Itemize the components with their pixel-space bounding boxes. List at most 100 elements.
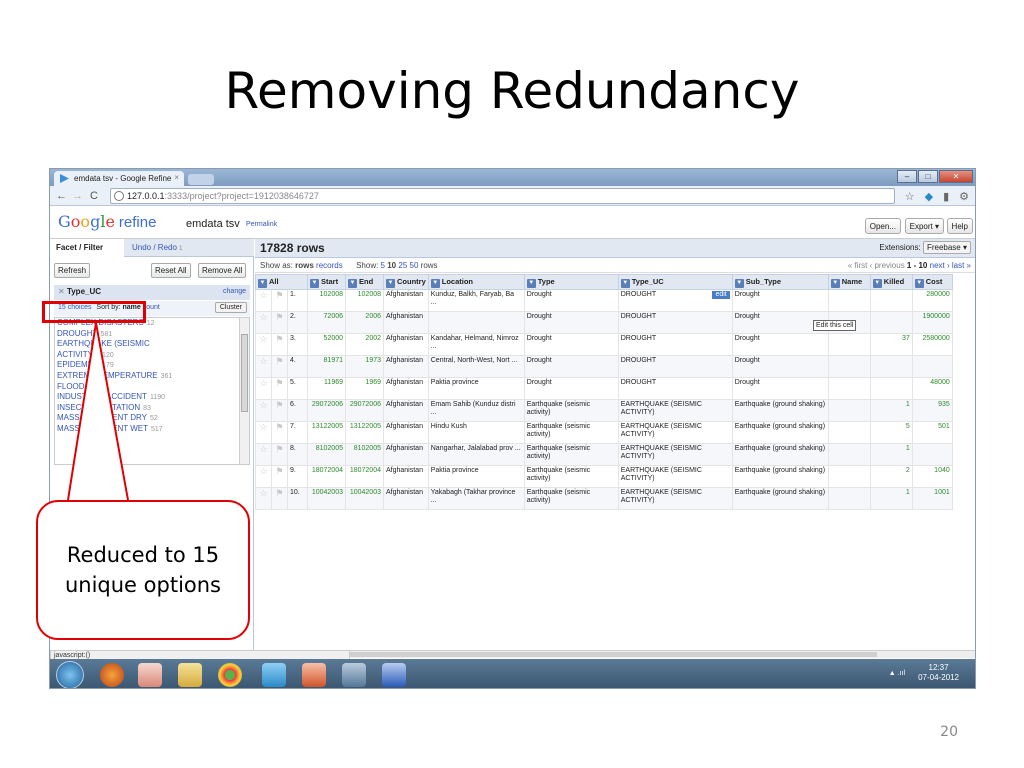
facet-scrollbar[interactable] — [239, 318, 249, 464]
facet-choice[interactable]: INSECT INFESTATION 83 — [55, 403, 249, 414]
table-cell[interactable]: Drought — [523, 311, 619, 334]
firefox-icon[interactable] — [100, 663, 124, 687]
table-cell[interactable] — [869, 377, 913, 400]
table-cell[interactable]: Earthquake (ground shaking) — [731, 421, 829, 444]
tab-facet-filter[interactable]: Facet / Filter — [50, 239, 124, 257]
table-cell[interactable] — [427, 311, 525, 334]
table-cell[interactable]: 1001 — [911, 487, 953, 510]
table-cell[interactable]: 501 — [911, 421, 953, 444]
table-cell[interactable]: Central, North-West, Nort ... — [427, 355, 525, 378]
wrench-icon[interactable]: ⚙ — [959, 190, 969, 203]
folder-icon[interactable] — [178, 663, 202, 687]
table-cell[interactable]: 935 — [911, 399, 953, 422]
remove-facet-icon[interactable]: ✕ — [58, 287, 65, 296]
star-icon[interactable]: ☆ — [255, 465, 272, 488]
table-cell[interactable]: 1973 — [345, 355, 384, 378]
cluster-button[interactable]: Cluster — [214, 302, 247, 313]
table-cell[interactable]: Earthquake (seismic activity) — [523, 399, 619, 422]
table-cell[interactable]: 29072006 — [307, 399, 346, 422]
column-header[interactable]: ▼ Type — [523, 274, 619, 290]
table-cell[interactable]: 72006 — [307, 311, 346, 334]
pager-next[interactable]: next › — [930, 261, 950, 270]
table-cell[interactable]: EARTHQUAKE (SEISMIC ACTIVITY) — [617, 487, 733, 510]
table-cell[interactable]: 280000 — [911, 289, 953, 312]
start-button[interactable] — [56, 661, 84, 688]
table-cell[interactable] — [827, 443, 871, 466]
table-cell[interactable] — [827, 289, 871, 312]
table-cell[interactable]: Kunduz, Balkh, Faryab, Ba ... — [427, 289, 525, 312]
flag-icon[interactable]: ⚑ — [271, 333, 288, 356]
table-cell[interactable]: 37 — [869, 333, 913, 356]
remove-all-button[interactable]: Remove All — [198, 263, 247, 278]
table-cell[interactable]: 5 — [869, 421, 913, 444]
column-header[interactable]: ▼ Cost — [911, 274, 953, 290]
powerpoint-icon[interactable] — [302, 663, 326, 687]
table-cell[interactable]: Paktia province — [427, 377, 525, 400]
column-menu-icon[interactable]: ▼ — [914, 278, 924, 288]
column-header[interactable]: ▼ All — [255, 274, 308, 290]
extension-icon[interactable]: ◆ — [925, 190, 933, 203]
facet-choice[interactable]: MASS MOVEMENT WET 517 — [55, 424, 249, 435]
column-menu-icon[interactable]: ▼ — [620, 278, 630, 288]
refresh-button[interactable]: Refresh — [54, 263, 91, 278]
facet-choice[interactable]: INDUSTRIAL ACCIDENT 1190 — [55, 392, 249, 403]
table-cell[interactable]: Hindu Kush — [427, 421, 525, 444]
table-cell[interactable]: 13122005 — [345, 421, 384, 444]
table-cell[interactable]: Afghanistan — [383, 289, 429, 312]
facet-change-link[interactable]: change — [223, 288, 246, 295]
table-cell[interactable]: 1 — [869, 487, 913, 510]
table-cell[interactable]: EARTHQUAKE (SEISMIC ACTIVITY) — [617, 421, 733, 444]
view-records[interactable]: records — [316, 261, 343, 270]
facet-choice[interactable]: EPIDEMIC 1179 — [55, 360, 249, 371]
table-cell[interactable]: EARTHQUAKE (SEISMIC ACTIVITY) — [617, 465, 733, 488]
facet-choice[interactable]: FLOOD 3512 — [55, 382, 249, 393]
star-icon[interactable]: ☆ — [255, 333, 272, 356]
table-cell[interactable] — [827, 355, 871, 378]
help-button[interactable]: Help — [946, 218, 973, 234]
table-cell[interactable]: 81971 — [307, 355, 346, 378]
table-cell[interactable] — [869, 311, 913, 334]
table-cell[interactable]: Afghanistan — [383, 355, 429, 378]
facet-choice[interactable]: ACTIVITY) 1120 — [55, 350, 249, 361]
reset-all-button[interactable]: Reset All — [151, 263, 191, 278]
maximize-button[interactable]: □ — [918, 170, 938, 183]
export-button[interactable]: Export ▾ — [904, 218, 944, 234]
table-cell[interactable]: 1969 — [345, 377, 384, 400]
table-cell[interactable] — [827, 333, 871, 356]
url-field[interactable]: 127.0.0.1:3333/project?project=191203864… — [110, 188, 895, 204]
pager-last[interactable]: last » — [952, 261, 971, 270]
table-cell[interactable]: 13122005 — [307, 421, 346, 444]
table-cell[interactable]: 18072004 — [345, 465, 384, 488]
table-cell[interactable]: Earthquake (seismic activity) — [523, 443, 619, 466]
flag-icon[interactable]: ⚑ — [271, 421, 288, 444]
table-cell[interactable]: Earthquake (seismic activity) — [523, 487, 619, 510]
column-menu-icon[interactable]: ▼ — [830, 278, 840, 288]
star-icon[interactable]: ☆ — [255, 443, 272, 466]
table-cell[interactable]: EARTHQUAKE (SEISMIC ACTIVITY) — [617, 443, 733, 466]
table-cell[interactable]: 52000 — [307, 333, 346, 356]
table-cell[interactable] — [827, 487, 871, 510]
table-cell[interactable]: Kandahar, Helmand, Nimroz ... — [427, 333, 525, 356]
page-size-10[interactable]: 10 — [387, 261, 396, 270]
table-cell[interactable]: Drought — [731, 355, 829, 378]
table-cell[interactable]: Earthquake (seismic activity) — [523, 465, 619, 488]
project-name[interactable]: emdata tsv — [186, 218, 240, 230]
view-rows[interactable]: rows — [295, 261, 314, 270]
column-header[interactable]: ▼ Name — [827, 274, 871, 290]
table-cell[interactable]: Earthquake (ground shaking) — [731, 399, 829, 422]
table-cell[interactable]: DROUGHT — [617, 377, 733, 400]
pen-icon[interactable] — [342, 663, 366, 687]
table-cell[interactable]: 11969 — [307, 377, 346, 400]
facet-choice[interactable]: EXTREME TEMPERATURE 361 — [55, 371, 249, 382]
table-cell[interactable]: EARTHQUAKE (SEISMIC ACTIVITY) — [617, 399, 733, 422]
column-menu-icon[interactable]: ▼ — [430, 278, 440, 288]
table-cell[interactable]: Afghanistan — [383, 311, 429, 334]
table-cell[interactable] — [827, 421, 871, 444]
edit-cell-button[interactable]: edit — [712, 291, 730, 299]
table-cell[interactable]: DROUGHT edit — [617, 289, 733, 312]
forward-arrow-icon[interactable]: → — [72, 190, 83, 202]
tab-undo-redo[interactable]: Undo / Redo 1 — [132, 243, 183, 252]
chrome-icon[interactable] — [218, 663, 242, 687]
table-cell[interactable]: Afghanistan — [383, 333, 429, 356]
table-cell[interactable]: 1 — [869, 443, 913, 466]
